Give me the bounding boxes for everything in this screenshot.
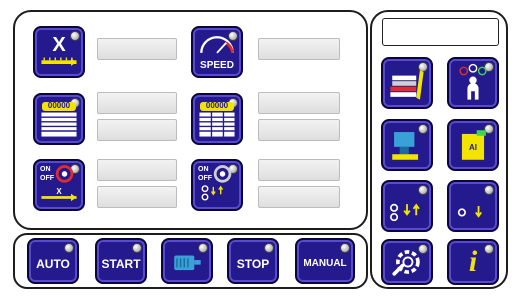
io-arrows-icon <box>390 203 420 222</box>
manual-book-icon <box>390 70 424 100</box>
position-field-1[interactable] <box>97 159 177 181</box>
start-label: START <box>101 257 141 271</box>
start-button[interactable]: START <box>95 238 147 284</box>
hmi-screen: X SPEED 00000 00000 ON OFF X ON OFF AUTO… <box>0 0 517 297</box>
manual-book-button[interactable] <box>381 57 433 109</box>
grid-value-field-1[interactable] <box>258 92 340 114</box>
settings-wrench-icon <box>392 250 420 276</box>
on-off-cycle-button[interactable]: ON OFF <box>191 159 243 211</box>
manual-label: MANUAL <box>303 258 347 269</box>
indicator-led <box>64 243 74 253</box>
info-icon: i <box>468 245 478 278</box>
counter-value-field-1[interactable] <box>97 92 177 114</box>
io-single-icon <box>457 206 483 218</box>
counter-value-field-2[interactable] <box>97 119 177 141</box>
counter-grid-button[interactable]: 00000 <box>191 93 243 145</box>
on-off-axis-icon <box>41 165 77 202</box>
auto-label: AUTO <box>36 257 70 271</box>
grid-value-field-2[interactable] <box>258 119 340 141</box>
auto-button[interactable]: AUTO <box>27 238 79 284</box>
manual-button[interactable]: MANUAL <box>295 238 355 284</box>
on-off-x-button[interactable]: ON OFF X <box>33 159 85 211</box>
on-off-cycle-icon <box>201 165 232 201</box>
x-axis-button[interactable]: X <box>33 26 85 78</box>
position-field-2[interactable] <box>97 186 177 208</box>
cycle-field-1[interactable] <box>258 159 340 181</box>
settings-button[interactable] <box>381 239 433 285</box>
speed-value-field[interactable] <box>258 38 340 60</box>
indicator-led <box>132 243 142 253</box>
counter-list-icon <box>41 112 77 137</box>
ai-label: AI <box>469 143 477 152</box>
indicator-led <box>264 243 274 253</box>
io-arrows-button[interactable] <box>381 180 433 232</box>
info-button[interactable]: i <box>447 239 499 285</box>
counter-grid-icon <box>199 112 235 137</box>
cycle-field-2[interactable] <box>258 186 340 208</box>
status-display <box>382 18 499 46</box>
machine-button[interactable] <box>381 119 433 171</box>
indicator-led <box>340 243 350 253</box>
io-single-button[interactable] <box>447 180 499 232</box>
operator-button[interactable] <box>447 57 499 109</box>
stop-button[interactable]: STOP <box>227 238 279 284</box>
counter-list-button[interactable]: 00000 <box>33 93 85 145</box>
ai-module-button[interactable]: AI <box>447 119 499 171</box>
motor-icon <box>174 255 201 271</box>
speed-button[interactable]: SPEED <box>191 26 243 78</box>
x-axis-value-field[interactable] <box>97 38 177 60</box>
stop-label: STOP <box>236 257 270 271</box>
motor-button[interactable] <box>161 238 213 284</box>
x-axis-ruler-icon <box>41 57 77 66</box>
machine-icon <box>392 132 419 160</box>
speed-label: SPEED <box>200 60 234 71</box>
operator-icon <box>459 63 487 100</box>
